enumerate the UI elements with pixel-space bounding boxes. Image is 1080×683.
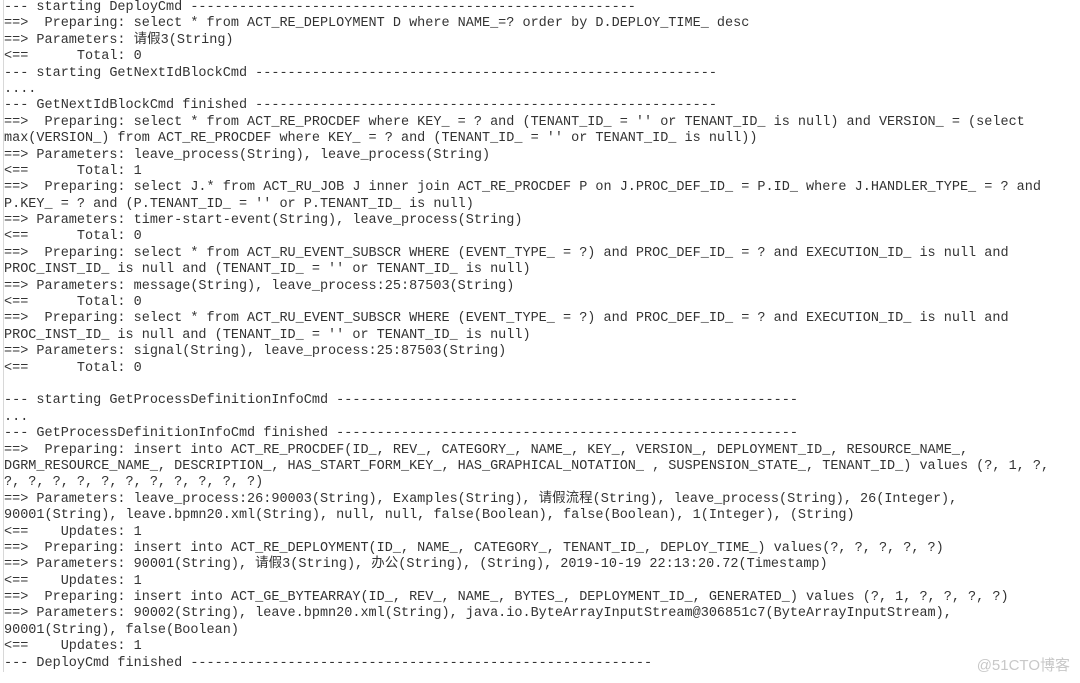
log-line: PROC_INST_ID_ is null and (TENANT_ID_ = … (4, 327, 531, 343)
log-line: --- DeployCmd finished -----------------… (4, 655, 653, 671)
log-line: <== Total: 1 (4, 163, 142, 179)
log-line: <== Total: 0 (4, 49, 142, 65)
log-line: ==> Parameters: message(String), leave_p… (4, 278, 515, 294)
log-line: ==> Preparing: insert into ACT_RE_PROCDE… (4, 442, 969, 458)
log-line: ==> Parameters: 90002(String), leave.bpm… (4, 606, 952, 622)
log-line: <== Total: 0 (4, 360, 142, 376)
log-line: ==> Parameters: 请假3(String) (4, 32, 234, 48)
log-line: ==> Preparing: insert into ACT_GE_BYTEAR… (4, 590, 1009, 606)
log-line: ==> Preparing: insert into ACT_RE_DEPLOY… (4, 540, 944, 556)
log-line: ==> Preparing: select * from ACT_RU_EVEN… (4, 245, 1009, 261)
console-log-output: --- starting DeployCmd -----------------… (3, 0, 1050, 673)
log-line: 90001(String), false(Boolean) (4, 622, 239, 638)
log-line: ==> Parameters: signal(String), leave_pr… (4, 344, 507, 360)
log-line: ==> Parameters: 90001(String), 请假3(Strin… (4, 557, 828, 573)
log-line: ==> Parameters: leave_process:26:90003(S… (4, 491, 958, 507)
watermark: @51CTO博客 (976, 657, 1070, 674)
log-line: --- starting GetNextIdBlockCmd ---------… (4, 65, 717, 81)
log-line: <== Updates: 1 (4, 573, 142, 589)
log-line: --- GetNextIdBlockCmd finished ---------… (4, 98, 717, 114)
log-line: max(VERSION_) from ACT_RE_PROCDEF where … (4, 131, 758, 147)
log-line: ?, ?, ?, ?, ?, ?, ?, ?, ?, ?, ?) (4, 475, 264, 491)
log-line: DGRM_RESOURCE_NAME_, DESCRIPTION_, HAS_S… (4, 458, 1050, 474)
log-line: ==> Preparing: select * from ACT_RE_PROC… (4, 114, 1025, 130)
log-line: <== Updates: 1 (4, 524, 142, 540)
log-line: ... (4, 409, 29, 425)
log-line: --- GetProcessDefinitionInfoCmd finished… (4, 426, 798, 442)
log-line: --- starting GetProcessDefinitionInfoCmd… (4, 393, 798, 409)
log-line: ==> Preparing: select * from ACT_RU_EVEN… (4, 311, 1009, 327)
log-line: ==> Preparing: select J.* from ACT_RU_JO… (4, 180, 1041, 196)
log-line: PROC_INST_ID_ is null and (TENANT_ID_ = … (4, 262, 531, 278)
log-line: <== Total: 0 (4, 229, 142, 245)
log-line: ==> Preparing: select * from ACT_RE_DEPL… (4, 16, 750, 32)
log-line: P.KEY_ = ? and (P.TENANT_ID_ = '' or P.T… (4, 196, 474, 212)
log-line: ==> Parameters: leave_process(String), l… (4, 147, 491, 163)
log-line: .... (4, 81, 37, 97)
log-line: ==> Parameters: timer-start-event(String… (4, 213, 523, 229)
log-line: <== Total: 0 (4, 295, 142, 311)
log-line: <== Updates: 1 (4, 639, 142, 655)
log-line: --- starting DeployCmd -----------------… (4, 0, 636, 15)
log-line: 90001(String), leave.bpmn20.xml(String),… (4, 508, 855, 524)
